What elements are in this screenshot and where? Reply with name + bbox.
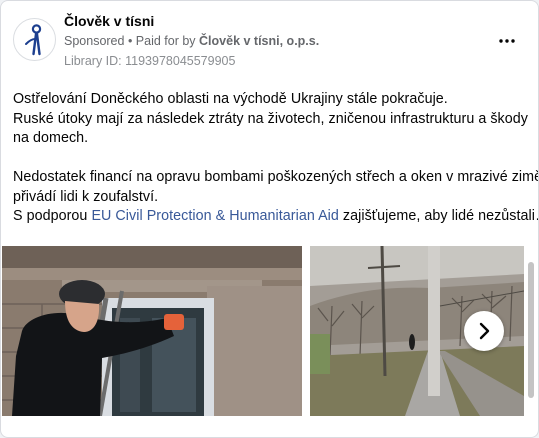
line-suffix: zajišťujeme, aby lidé nezůstali… [338, 208, 539, 224]
post-line: Ostřelování Doněckého oblasti na východě… [13, 91, 448, 107]
post-line: Nedostatek financí na opravu bombami poš… [13, 169, 539, 185]
post-text: Ostřelování Doněckého oblasti na východě… [13, 90, 539, 227]
post-line: S podporou EU Civil Protection & Humanit… [13, 207, 538, 227]
carousel-next-button[interactable] [464, 311, 504, 351]
carousel-image-worker-window[interactable] [2, 246, 302, 416]
paid-for-prefix: Paid for by [135, 34, 200, 48]
post-line: přivádí lidi k zoufalství. [13, 188, 159, 205]
more-options-button[interactable] [494, 31, 520, 51]
carousel-scrollbar-thumb[interactable] [528, 262, 534, 398]
line-prefix: S podporou [13, 208, 92, 224]
person-logo-icon [24, 23, 41, 55]
more-options-icon [499, 39, 515, 43]
sponsored-line: Sponsored • Paid for by Člověk v tísni, … [64, 34, 319, 48]
advertiser-name[interactable]: Člověk v tísni [64, 13, 154, 29]
chevron-right-icon [479, 322, 490, 340]
post-line: Ruské útoky mají za následek ztráty na ž… [13, 110, 528, 127]
eu-aid-link[interactable]: EU Civil Protection & Humanitarian Aid [91, 208, 338, 224]
library-id: Library ID: 1193978045579905 [64, 54, 236, 68]
image-carousel[interactable] [1, 246, 538, 416]
ad-card: Člověk v tísni Sponsored • Paid for by Č… [0, 0, 539, 438]
paid-for-name[interactable]: Člověk v tísni, o.p.s. [199, 34, 319, 48]
worker-window-photo [2, 246, 302, 416]
sponsored-label: Sponsored [64, 34, 125, 48]
post-line: na domech. [13, 130, 89, 146]
meta-separator: • [124, 34, 136, 48]
advertiser-avatar[interactable] [13, 18, 56, 61]
